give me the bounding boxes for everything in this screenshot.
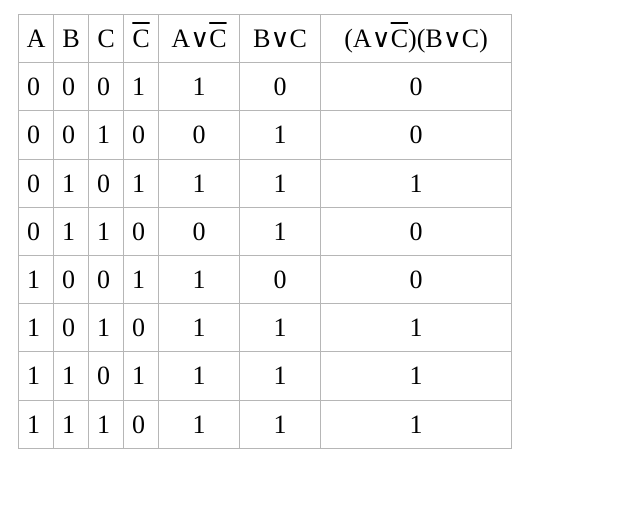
- header-product-post: )(B∨C): [408, 24, 488, 53]
- cell-Cbar: 1: [124, 255, 159, 303]
- cell-B-or-C: 1: [240, 159, 321, 207]
- table-row: 0 1 0 1 1 1 1: [19, 159, 512, 207]
- table-row: 0 1 1 0 0 1 0: [19, 207, 512, 255]
- cell-product: 0: [321, 111, 512, 159]
- cell-A: 0: [19, 63, 54, 111]
- cell-Cbar: 0: [124, 400, 159, 448]
- header-product-pre: (A∨: [344, 24, 390, 53]
- table-header: A B C C A∨C B∨C (A∨C)(B∨C): [19, 15, 512, 63]
- cell-product: 1: [321, 159, 512, 207]
- cell-B-or-C: 0: [240, 255, 321, 303]
- cell-Cbar: 0: [124, 111, 159, 159]
- cell-B-or-C: 1: [240, 207, 321, 255]
- table-row: 0 0 1 0 0 1 0: [19, 111, 512, 159]
- cell-B: 1: [54, 207, 89, 255]
- cell-B-or-C: 1: [240, 400, 321, 448]
- cell-B-or-C: 0: [240, 63, 321, 111]
- cell-B: 0: [54, 255, 89, 303]
- cell-A: 0: [19, 159, 54, 207]
- cell-A: 1: [19, 255, 54, 303]
- cell-A-or-Cbar: 1: [159, 352, 240, 400]
- cell-C: 1: [89, 400, 124, 448]
- table-row: 1 0 1 0 1 1 1: [19, 304, 512, 352]
- cell-B: 0: [54, 111, 89, 159]
- cell-C: 0: [89, 255, 124, 303]
- header-product: (A∨C)(B∨C): [321, 15, 512, 63]
- cell-A: 1: [19, 352, 54, 400]
- table-row: 1 1 0 1 1 1 1: [19, 352, 512, 400]
- truth-table: A B C C A∨C B∨C (A∨C)(B∨C) 0 0 0 1 1 0 0…: [18, 14, 512, 449]
- cell-A: 1: [19, 304, 54, 352]
- cell-C: 0: [89, 159, 124, 207]
- header-B: B: [54, 15, 89, 63]
- cell-A-or-Cbar: 1: [159, 304, 240, 352]
- cell-Cbar: 1: [124, 63, 159, 111]
- cell-A-or-Cbar: 0: [159, 207, 240, 255]
- cell-B: 1: [54, 400, 89, 448]
- table-body: 0 0 0 1 1 0 0 0 0 1 0 0 1 0 0 1 0 1: [19, 63, 512, 449]
- cell-B: 0: [54, 63, 89, 111]
- cell-product: 1: [321, 400, 512, 448]
- cell-A-or-Cbar: 1: [159, 159, 240, 207]
- header-product-bar: C: [391, 24, 408, 53]
- cell-product: 1: [321, 352, 512, 400]
- cell-product: 0: [321, 63, 512, 111]
- header-row: A B C C A∨C B∨C (A∨C)(B∨C): [19, 15, 512, 63]
- cell-A: 0: [19, 111, 54, 159]
- cell-Cbar: 1: [124, 159, 159, 207]
- cell-C: 0: [89, 352, 124, 400]
- header-A: A: [19, 15, 54, 63]
- table-row: 1 0 0 1 1 0 0: [19, 255, 512, 303]
- cbar-overline: C: [132, 24, 149, 53]
- cell-B: 0: [54, 304, 89, 352]
- cell-Cbar: 1: [124, 352, 159, 400]
- cell-A-or-Cbar: 1: [159, 63, 240, 111]
- header-A-or-Cbar-bar: C: [209, 24, 226, 53]
- header-A-or-Cbar-pre: A∨: [171, 24, 209, 53]
- cell-A-or-Cbar: 1: [159, 255, 240, 303]
- cell-Cbar: 0: [124, 304, 159, 352]
- cell-B-or-C: 1: [240, 111, 321, 159]
- header-A-or-Cbar: A∨C: [159, 15, 240, 63]
- cell-B-or-C: 1: [240, 304, 321, 352]
- cell-C: 1: [89, 207, 124, 255]
- cell-Cbar: 0: [124, 207, 159, 255]
- cell-product: 0: [321, 207, 512, 255]
- header-C: C: [89, 15, 124, 63]
- cell-B-or-C: 1: [240, 352, 321, 400]
- table-row: 1 1 1 0 1 1 1: [19, 400, 512, 448]
- cell-A: 1: [19, 400, 54, 448]
- cell-A: 0: [19, 207, 54, 255]
- header-Cbar: C: [124, 15, 159, 63]
- cell-C: 1: [89, 111, 124, 159]
- cell-C: 1: [89, 304, 124, 352]
- cell-B: 1: [54, 159, 89, 207]
- cell-A-or-Cbar: 0: [159, 111, 240, 159]
- cell-product: 1: [321, 304, 512, 352]
- cell-B: 1: [54, 352, 89, 400]
- header-B-or-C: B∨C: [240, 15, 321, 63]
- table-row: 0 0 0 1 1 0 0: [19, 63, 512, 111]
- truth-table-container: A B C C A∨C B∨C (A∨C)(B∨C) 0 0 0 1 1 0 0…: [0, 0, 624, 463]
- cell-A-or-Cbar: 1: [159, 400, 240, 448]
- cell-C: 0: [89, 63, 124, 111]
- cell-product: 0: [321, 255, 512, 303]
